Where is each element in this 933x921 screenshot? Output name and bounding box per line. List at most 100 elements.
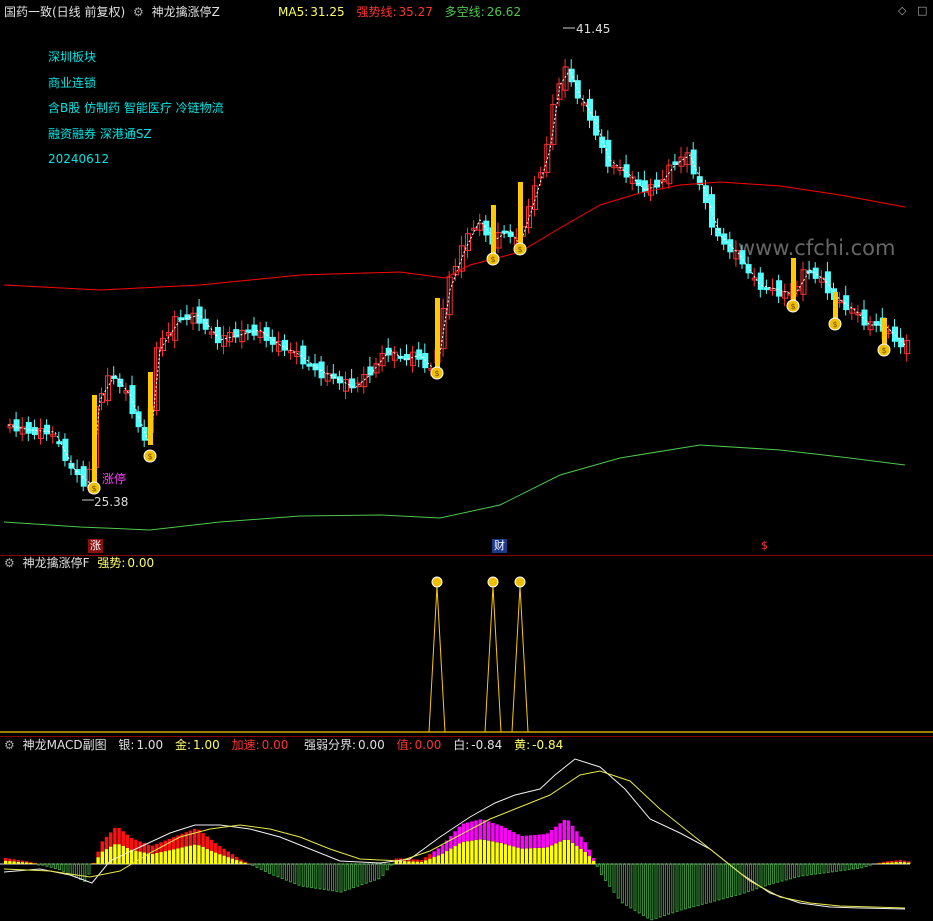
macd-hist-bar [797,863,801,878]
macd-hist-bar [516,834,520,848]
macd-hist-bar [352,863,356,889]
macd-hist-bar [566,820,571,840]
macd-hist-bar [193,844,197,864]
macd-hist-bar [616,863,620,899]
macd-hist-bar [554,843,558,864]
event-finance-marker[interactable]: 财 [492,539,507,553]
macd-hist-bar [424,857,428,861]
macd-hist-bar [453,845,457,864]
candle-body [812,267,819,279]
macd-hist-bar [373,863,377,881]
macd-hist-bar [566,839,571,864]
macd-hist-bar [592,860,596,864]
macd-hist-bar [575,831,579,846]
macd-hist-bar [595,863,599,867]
macd-hist-bar [886,862,890,864]
macd-hist-bar [4,858,8,861]
macd-hist-bar [541,834,545,848]
macd-hist-bar [180,847,184,864]
macd-hist-bar [172,837,176,850]
macd-hist-bar [79,863,83,880]
macd-hist-bar [788,863,792,880]
macd-hist-bar [70,863,74,876]
macd-hist-bar [579,848,583,864]
macd-hist-bar [860,863,864,869]
macd-hist-bar [881,862,886,864]
macd-hist-bar [822,863,826,874]
macd-hist-bar [415,859,419,862]
limit-up-bar [435,298,440,372]
macd-hist-bar [767,863,771,886]
macd-hist-bar [92,863,96,864]
macd-chart[interactable] [0,737,933,921]
candle-body [129,385,136,415]
macd-hist-bar [713,863,717,902]
macd-hist-bar [890,862,894,864]
macd-hist-bar [776,863,780,883]
candle-body [501,230,508,234]
macd-hist-bar [784,863,788,881]
macd-hist-bar [314,863,318,889]
macd-hist-bar [763,863,767,887]
macd-hist-bar [436,855,440,864]
macd-hist-bar [20,860,25,863]
candle-body [306,363,313,367]
macd-hist-bar [907,861,911,863]
macd-hist-bar [562,839,566,864]
macd-hist-bar [692,863,696,908]
macd-hist-bar [53,863,57,870]
macd-hist-bar [877,862,881,864]
strength-spike [428,585,446,733]
money-bag-glyph: $ [147,452,152,461]
strength-chart[interactable] [0,556,933,736]
event-limit-marker[interactable]: 涨 [88,539,103,553]
macd-hist-bar [16,861,20,864]
candlestick-chart[interactable]: $ $ $ $ $ $ $ $ [0,0,933,556]
candle-body [757,272,764,290]
macd-hist-bar [113,844,117,864]
macd-hist-bar [516,847,520,864]
macd-hist-bar [259,863,263,870]
macd-hist-bar [331,863,335,892]
macd-hist-bar [100,851,104,864]
event-dollar-marker[interactable]: $ [759,539,770,553]
macd-hist-bar [529,848,533,864]
limit-up-bar [518,182,523,245]
macd-hist-bar [856,863,860,869]
candle-body [605,139,612,167]
macd-hist-bar [33,863,37,864]
macd-hist-bar [478,819,482,840]
candle-body [13,419,20,432]
macd-hist-bar [625,863,629,906]
money-bag-icon [431,576,443,588]
macd-hist-bar [662,863,666,917]
high-price-label: 41.45 [576,22,611,36]
macd-hist-bar [902,860,907,863]
macd-hist-bar [537,847,541,864]
macd-hist-bar [725,863,729,899]
macd-hist-bar [243,861,247,863]
macd-hist-bar [188,830,193,846]
macd-hist-bar [683,863,687,910]
macd-hist-bar [759,863,763,888]
macd-hist-bar [654,863,658,919]
macd-hist-bar [214,852,218,864]
candle-body [623,164,630,178]
macd-hist-bar [503,844,508,864]
candle-body [25,421,32,434]
macd-hist-bar [780,863,784,882]
macd-hist-bar [268,863,272,874]
macd-hist-bar [894,860,898,863]
macd-hist-bar [524,835,529,849]
macd-hist-bar [411,859,415,862]
macd-hist-bar [297,863,301,886]
limit-up-bar [791,258,796,302]
macd-hist-bar [558,823,562,842]
macd-hist-bar [847,863,851,871]
macd-hist-bar [545,833,550,848]
macd-hist-bar [377,863,381,880]
limit-up-bar [882,318,887,345]
macd-hist-bar [495,824,499,843]
macd-hist-bar [263,863,267,872]
macd-hist-bar [704,863,708,904]
